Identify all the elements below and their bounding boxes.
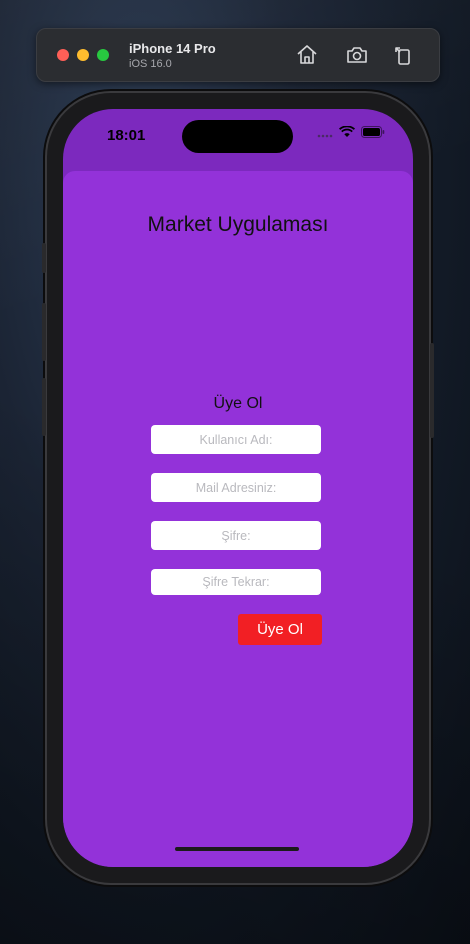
status-icons: [317, 125, 385, 143]
app-sheet: Market Uygulaması Üye Ol Üye Ol: [63, 171, 413, 867]
simulator-toolbar: iPhone 14 Pro iOS 16.0: [36, 28, 440, 82]
close-window-button[interactable]: [57, 49, 69, 61]
screenshot-icon[interactable]: [345, 43, 369, 67]
form-title: Üye Ol: [213, 395, 263, 412]
password-field[interactable]: [151, 521, 321, 550]
volume-down-button: [42, 378, 46, 436]
dynamic-island: [182, 120, 293, 153]
signal-icon: [317, 125, 333, 143]
battery-icon: [361, 125, 385, 143]
wifi-icon: [338, 125, 356, 143]
os-version: iOS 16.0: [129, 58, 172, 70]
rotate-icon[interactable]: [391, 43, 415, 67]
volume-up-button: [42, 303, 46, 361]
home-icon[interactable]: [295, 43, 319, 67]
home-indicator[interactable]: [175, 847, 299, 851]
register-button[interactable]: Üye Ol: [238, 614, 322, 645]
device-name: iPhone 14 Pro: [129, 41, 216, 56]
iphone-frame: 18:01 Market Uygulaması Üye Ol Üye Ol: [42, 93, 434, 883]
app-title: Market Uygulaması: [147, 213, 329, 236]
username-field[interactable]: [151, 425, 321, 454]
power-button: [430, 343, 434, 438]
mute-switch: [42, 243, 46, 273]
minimize-window-button[interactable]: [77, 49, 89, 61]
zoom-window-button[interactable]: [97, 49, 109, 61]
status-time: 18:01: [107, 127, 146, 144]
password-repeat-field[interactable]: [151, 569, 321, 595]
phone-screen: 18:01 Market Uygulaması Üye Ol Üye Ol: [63, 109, 413, 867]
email-field[interactable]: [151, 473, 321, 502]
